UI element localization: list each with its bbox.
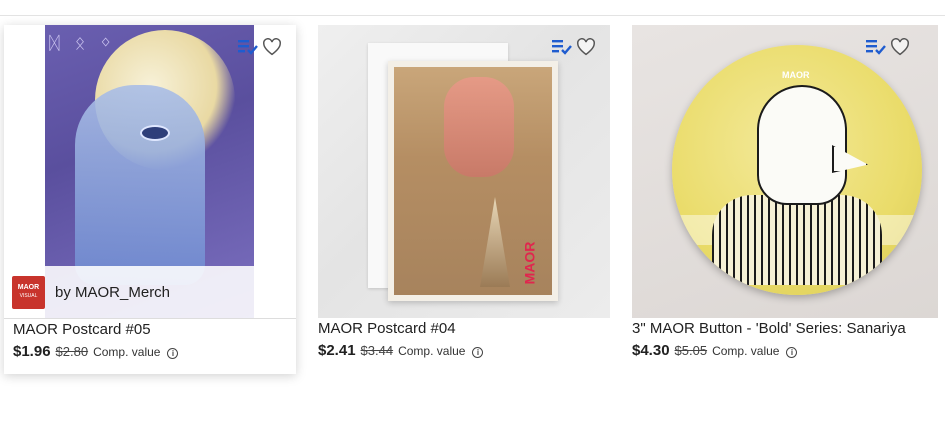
product-title[interactable]: MAOR Postcard #04: [318, 318, 610, 338]
original-price: $3.44: [360, 343, 394, 358]
sale-price: $4.30: [632, 342, 670, 359]
store-byline[interactable]: MAOR VISUAL by MAOR_Merch: [4, 266, 254, 318]
store-logo: MAOR VISUAL: [12, 275, 45, 309]
product-title[interactable]: MAOR Postcard #05: [4, 319, 296, 339]
postcard-artwork: MAOR: [388, 61, 558, 301]
heart-outline-icon[interactable]: [576, 37, 596, 57]
product-info: MAOR Postcard #04 $2.41 $3.44 Comp. valu…: [318, 318, 610, 359]
product-image[interactable]: MAOR: [632, 25, 938, 318]
product-title[interactable]: 3" MAOR Button - 'Bold' Series: Sanariya: [632, 318, 938, 338]
product-info: 3" MAOR Button - 'Bold' Series: Sanariya…: [632, 318, 938, 359]
button-artwork: MAOR: [672, 45, 922, 295]
sale-price: $2.41: [318, 342, 356, 359]
price-row: $1.96 $2.80 Comp. value i: [4, 339, 296, 360]
heart-outline-icon[interactable]: [890, 37, 910, 57]
comp-value-label: Comp. value: [712, 344, 780, 358]
store-name[interactable]: by MAOR_Merch: [55, 284, 170, 301]
product-image[interactable]: ᛞ ᛟ ᛜ MAOR VISUAL by MAOR_Merch: [4, 25, 296, 318]
sale-price: $1.96: [13, 343, 51, 360]
info-circle-icon[interactable]: i: [786, 347, 798, 358]
playlist-check-icon[interactable]: [552, 37, 572, 57]
info-circle-icon[interactable]: i: [167, 348, 179, 359]
price-row: $4.30 $5.05 Comp. value i: [632, 338, 938, 359]
heart-outline-icon[interactable]: [262, 37, 282, 57]
original-price: $5.05: [674, 343, 708, 358]
product-card[interactable]: ᛞ ᛟ ᛜ MAOR VISUAL by MAOR_Merch MAOR Pos…: [4, 25, 296, 374]
price-row: $2.41 $3.44 Comp. value i: [318, 338, 610, 359]
product-image[interactable]: MAOR: [318, 25, 610, 318]
playlist-check-icon[interactable]: [238, 37, 258, 57]
product-info: MAOR Postcard #05 $1.96 $2.80 Comp. valu…: [4, 318, 296, 360]
playlist-check-icon[interactable]: [866, 37, 886, 57]
top-divider: [0, 15, 945, 16]
info-circle-icon[interactable]: i: [472, 347, 484, 358]
comp-value-label: Comp. value: [398, 344, 466, 358]
original-price: $2.80: [55, 344, 89, 359]
comp-value-label: Comp. value: [93, 345, 161, 359]
